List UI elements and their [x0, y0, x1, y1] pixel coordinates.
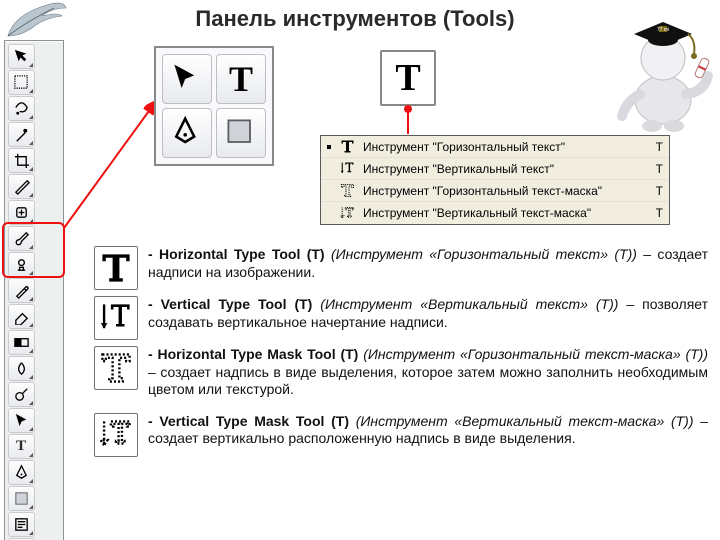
crop-tool[interactable] [8, 148, 35, 173]
dropdown-item-h-mask[interactable]: Инструмент "Горизонтальный текст-маска" … [321, 180, 669, 202]
enlarged-type: T [216, 54, 266, 104]
pen-tool[interactable] [8, 460, 35, 485]
move-tool[interactable] [8, 44, 35, 69]
enlarged-shape [216, 108, 266, 158]
magic-wand-tool[interactable] [8, 122, 35, 147]
dropdown-label: Инструмент "Вертикальный текст-маска" [363, 206, 639, 220]
dropdown-item-v-mask[interactable]: Инструмент "Вертикальный текст-маска" T [321, 202, 669, 224]
h-type-mask-icon [94, 346, 138, 390]
mascot-badge: 77 mi [657, 27, 669, 33]
type-tool-dropdown: Инструмент "Горизонтальный текст" T Инст… [320, 135, 670, 225]
desc-h-type-mask: - Horizontal Type Mask Tool (T) (Инструм… [94, 346, 708, 399]
blur-tool[interactable] [8, 356, 35, 381]
desc-text: - Horizontal Type Mask Tool (T) (Инструм… [148, 346, 708, 399]
mascot-graduate: 77 mi [610, 2, 716, 134]
dropdown-label: Инструмент "Горизонтальный текст" [363, 140, 639, 154]
brush-tool[interactable] [8, 226, 35, 251]
shortcut: T [647, 140, 663, 154]
notes-tool[interactable] [8, 512, 35, 537]
history-brush-tool[interactable] [8, 278, 35, 303]
v-type-mask-icon [94, 413, 138, 457]
shape-tool[interactable] [8, 486, 35, 511]
connector-line-2 [407, 108, 409, 134]
desc-v-type-mask: - Vertical Type Mask Tool (T) (Инструмен… [94, 413, 708, 457]
app-logo-feather [4, 2, 70, 38]
dodge-tool[interactable] [8, 382, 35, 407]
path-selection-tool[interactable] [8, 408, 35, 433]
tool-descriptions: - Horizontal Type Tool (T) (Инструмент «… [94, 246, 708, 463]
horizontal-type-icon [94, 246, 138, 290]
slice-tool[interactable] [8, 174, 35, 199]
shortcut: T [647, 184, 663, 198]
gradient-tool[interactable] [8, 330, 35, 355]
v-type-mask-icon [339, 205, 355, 221]
selected-dot-icon [327, 145, 331, 149]
shortcut: T [647, 162, 663, 176]
shortcut: T [647, 206, 663, 220]
desc-vertical-type: - Vertical Type Tool (T) (Инструмент «Ве… [94, 296, 708, 340]
desc-horizontal-type: - Horizontal Type Tool (T) (Инструмент «… [94, 246, 708, 290]
desc-text: - Horizontal Type Tool (T) (Инструмент «… [148, 246, 708, 281]
h-type-mask-icon [339, 183, 355, 199]
enlarged-pen [162, 108, 212, 158]
type-tool-preview: T [380, 50, 436, 106]
enlarged-tool-group: T [154, 46, 274, 166]
type-tool[interactable]: T [8, 434, 35, 459]
connector-line-1 [64, 100, 156, 230]
page-title: Панель инструментов (Tools) [110, 6, 600, 32]
healing-tool[interactable] [8, 200, 35, 225]
lasso-tool[interactable] [8, 96, 35, 121]
dropdown-item-h-type[interactable]: Инструмент "Горизонтальный текст" T [321, 136, 669, 158]
dropdown-label: Инструмент "Вертикальный текст" [363, 162, 639, 176]
eraser-tool[interactable] [8, 304, 35, 329]
desc-text: - Vertical Type Mask Tool (T) (Инструмен… [148, 413, 708, 448]
tools-panel: T ⇄ [4, 40, 64, 540]
vertical-type-icon [94, 296, 138, 340]
horizontal-type-icon [339, 139, 355, 155]
desc-text: - Vertical Type Tool (T) (Инструмент «Ве… [148, 296, 708, 331]
vertical-type-icon [339, 161, 355, 177]
marquee-tool[interactable] [8, 70, 35, 95]
dropdown-label: Инструмент "Горизонтальный текст-маска" [363, 184, 639, 198]
dropdown-item-v-type[interactable]: Инструмент "Вертикальный текст" T [321, 158, 669, 180]
stamp-tool[interactable] [8, 252, 35, 277]
enlarged-path-select [162, 54, 212, 104]
